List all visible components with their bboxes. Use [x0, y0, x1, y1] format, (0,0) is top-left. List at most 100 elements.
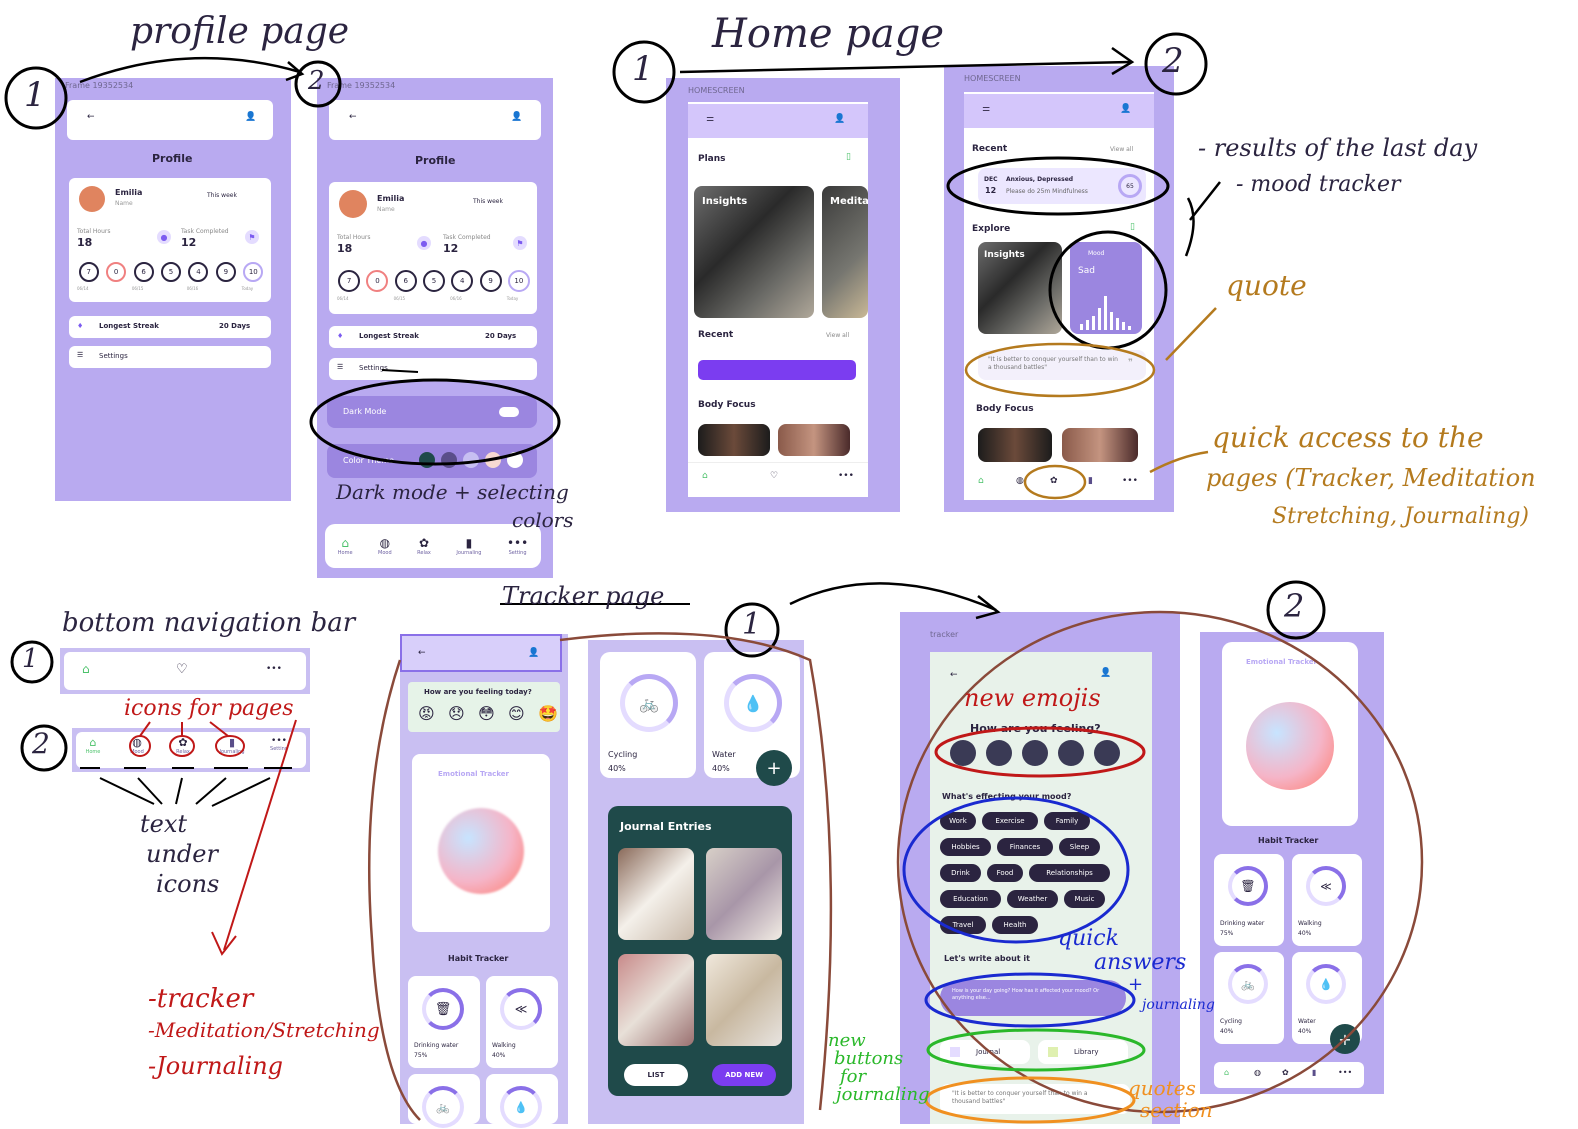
mood-chip[interactable]: Sleep [1059, 838, 1100, 856]
mood-chip[interactable]: Exercise [982, 812, 1038, 830]
back-arrow-icon[interactable]: ← [950, 670, 958, 680]
journal-photo-4[interactable] [706, 954, 782, 1046]
view-all-link[interactable]: View all [1110, 146, 1133, 153]
add-fab-button[interactable]: + [756, 750, 792, 786]
user-icon[interactable]: 👤 [1100, 668, 1111, 678]
journal-button[interactable]: Journal [940, 1040, 1030, 1064]
habit-card-cycling-peek[interactable]: 🚲 [408, 1074, 480, 1128]
journal-icon[interactable]: ▮ [1312, 1068, 1316, 1077]
mood-chip[interactable]: Travel [940, 916, 986, 934]
relax-icon[interactable]: ✿ [1282, 1068, 1289, 1077]
mood-icon[interactable]: ◍ [1016, 476, 1024, 486]
journal-photo-1[interactable] [618, 848, 694, 940]
body-focus-card-2[interactable] [778, 424, 850, 456]
emoji-3-icon[interactable] [1022, 740, 1048, 766]
relax-icon[interactable]: ✿ [1050, 476, 1058, 486]
bookmark-icon[interactable]: ▯ [1130, 222, 1135, 232]
meditate-card[interactable]: Medita [822, 186, 868, 318]
add-new-button[interactable]: ADD NEW [712, 1064, 776, 1086]
emoji-row[interactable]: 😡 😞 😳 😊 🤩 [418, 704, 558, 723]
mood-chip[interactable]: Relationships [1029, 864, 1110, 882]
dark-mode-row[interactable]: Dark Mode [327, 396, 537, 428]
nav-home[interactable]: ⌂ Home [78, 736, 108, 755]
emoji-happy-icon[interactable]: 😊 [508, 704, 525, 723]
streak-row[interactable]: ♦ Longest Streak 20 Days [69, 316, 271, 338]
filter-icon[interactable]: ⚌ [982, 104, 990, 114]
habit-card-cycling[interactable]: 🚲 Cycling 40% [1214, 952, 1284, 1044]
nav-item-home[interactable]: ⌂ Home [338, 536, 353, 556]
insights-card[interactable]: Insights [694, 186, 814, 318]
nav-item-journaling[interactable]: ▮ Journaling [456, 536, 481, 556]
mood-icon[interactable]: ◍ [1254, 1068, 1261, 1077]
recent-mood-card[interactable]: DEC 12 Anxious, Depressed Please do 25m … [978, 168, 1146, 204]
settings-row[interactable]: ☰ Settings [329, 358, 537, 380]
period-select[interactable]: This week [207, 192, 237, 199]
recent-bar[interactable] [698, 360, 856, 380]
filter-icon[interactable]: ⚌ [706, 114, 714, 124]
emoji-row[interactable] [950, 740, 1120, 766]
back-arrow-icon[interactable]: ← [349, 112, 357, 122]
more-icon[interactable]: ••• [838, 471, 854, 481]
habit-card-water-peek[interactable]: 💧 [486, 1074, 558, 1128]
body-focus-card-1[interactable] [978, 428, 1052, 462]
user-icon[interactable]: 👤 [511, 112, 522, 122]
user-icon[interactable]: 👤 [245, 112, 256, 122]
library-button[interactable]: Library [1038, 1040, 1128, 1064]
mood-chip[interactable]: Work [940, 812, 976, 830]
bookmark-icon[interactable]: ▯ [846, 152, 851, 162]
streak-row[interactable]: ♦ Longest Streak 20 Days [329, 326, 537, 348]
heart-icon[interactable]: ♡ [770, 471, 778, 481]
body-focus-card-1[interactable] [698, 424, 770, 456]
mood-chip[interactable]: Hobbies [940, 838, 991, 856]
habit-card-walking[interactable]: ≪ Walking 40% [1292, 854, 1362, 946]
more-icon[interactable]: ••• [1122, 476, 1138, 486]
emoji-sad-icon[interactable]: 😞 [448, 704, 465, 723]
back-arrow-icon[interactable]: ← [87, 112, 95, 122]
nav-mood[interactable]: ◍ Mood [122, 736, 152, 755]
home-icon[interactable]: ⌂ [702, 471, 708, 481]
write-input[interactable]: How is your day going? How has it affect… [940, 980, 1126, 1016]
mood-card[interactable]: Mood Sad [1070, 242, 1142, 334]
nav-setting[interactable]: ••• Setting [262, 736, 296, 752]
view-all-link[interactable]: View all [826, 332, 849, 339]
home-icon[interactable]: ⌂ [82, 662, 90, 676]
nav-journaling[interactable]: ▮ Journaling [212, 736, 252, 755]
add-fab-button[interactable]: + [1330, 1024, 1360, 1054]
theme-swatch[interactable] [507, 452, 523, 468]
list-button[interactable]: LIST [624, 1064, 688, 1086]
insights-card[interactable]: Insights [978, 242, 1062, 334]
mood-chip[interactable]: Drink [940, 864, 981, 882]
nav-item-relax[interactable]: ✿ Relax [417, 536, 431, 556]
more-icon[interactable]: ••• [1338, 1068, 1352, 1077]
emoji-5-icon[interactable] [1094, 740, 1120, 766]
journal-icon[interactable]: ▮ [1088, 476, 1093, 486]
dark-mode-toggle[interactable] [499, 407, 519, 417]
theme-swatch[interactable] [441, 452, 457, 468]
body-focus-card-2[interactable] [1062, 428, 1138, 462]
back-arrow-icon[interactable]: ← [418, 648, 426, 658]
heart-icon[interactable]: ♡ [176, 662, 188, 677]
nav-item-mood[interactable]: ◍ Mood [378, 536, 392, 556]
habit-card-drinking[interactable]: 🗑 Drinking water 75% [408, 976, 480, 1068]
emoji-angry-icon[interactable]: 😡 [418, 704, 435, 723]
journal-photo-3[interactable] [618, 954, 694, 1046]
nav-relax[interactable]: ✿ Relax [168, 736, 198, 755]
user-icon[interactable]: 👤 [834, 114, 845, 124]
user-icon[interactable]: 👤 [1120, 104, 1131, 114]
home-icon[interactable]: ⌂ [978, 476, 984, 486]
theme-swatch[interactable] [419, 452, 435, 468]
theme-swatch[interactable] [485, 452, 501, 468]
habit-card-drinking[interactable]: 🗑 Drinking water 75% [1214, 854, 1284, 946]
mood-chip[interactable]: Education [940, 890, 1001, 908]
habit-card-walking[interactable]: ≪ Walking 40% [486, 976, 558, 1068]
mood-chip[interactable]: Health [992, 916, 1038, 934]
mood-chip[interactable]: Family [1044, 812, 1090, 830]
emoji-2-icon[interactable] [986, 740, 1012, 766]
more-icon[interactable]: ••• [266, 664, 282, 674]
settings-row[interactable]: ☰ Settings [69, 346, 271, 368]
user-icon[interactable]: 👤 [528, 648, 539, 658]
mood-chip[interactable]: Food [987, 864, 1023, 882]
habit-card-cycling[interactable]: 🚲 Cycling 40% [600, 652, 696, 778]
mood-chip[interactable]: Finances [997, 838, 1053, 856]
emoji-1-icon[interactable] [950, 740, 976, 766]
